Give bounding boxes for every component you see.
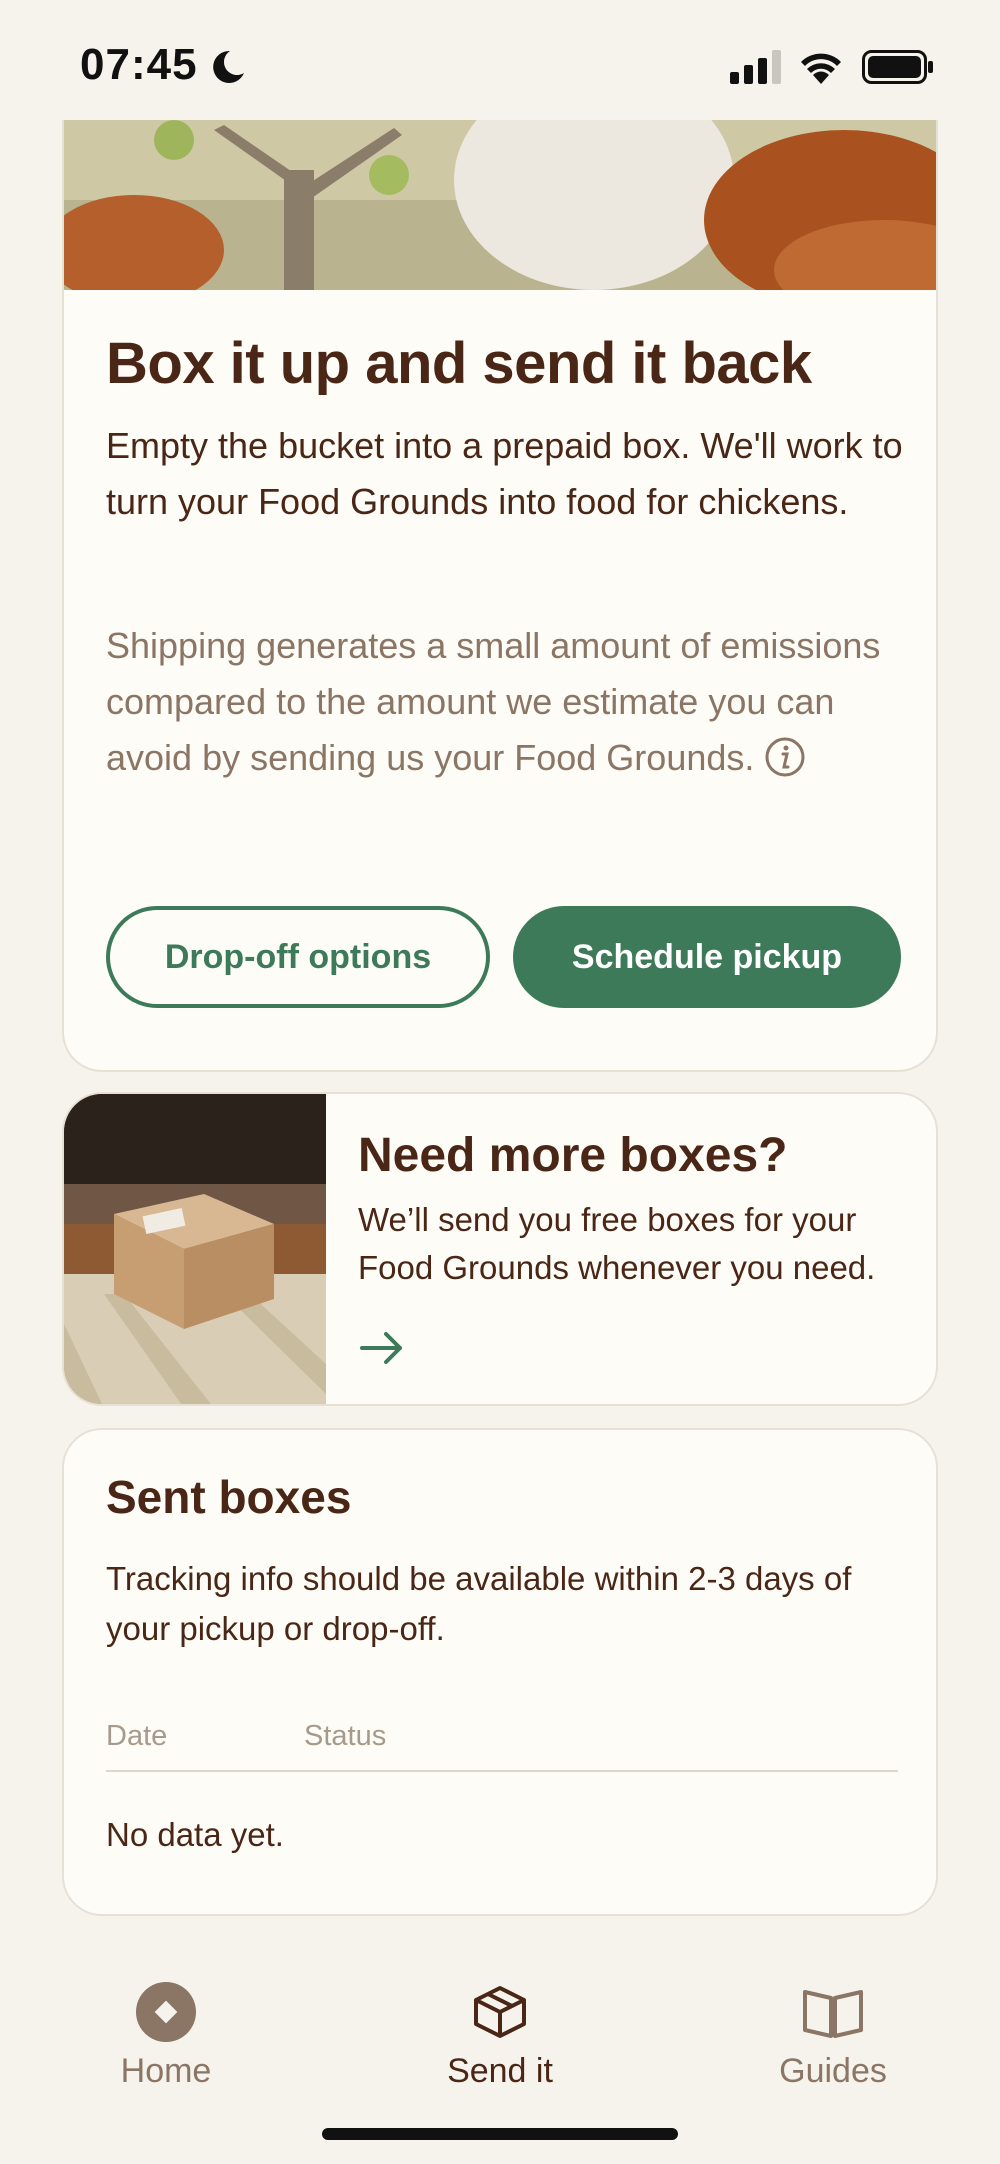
send-back-card: Box it up and send it back Empty the buc… (62, 120, 938, 1072)
tab-send-it-label: Send it (447, 2052, 553, 2090)
more-boxes-description: We’ll send you free boxes for your Food … (358, 1201, 876, 1286)
schedule-pickup-button[interactable]: Schedule pickup (513, 906, 901, 1008)
arrow-right-icon[interactable] (358, 1324, 406, 1372)
info-icon[interactable] (764, 736, 806, 778)
tab-home-label: Home (120, 2052, 212, 2090)
table-divider (106, 1770, 898, 1772)
home-icon (136, 1982, 196, 2042)
tab-guides-label: Guides (779, 2052, 887, 2090)
empty-state-text: No data yet. (106, 1816, 284, 1853)
column-header-date: Date (106, 1720, 168, 1752)
hero-title: Box it up and send it back (106, 331, 812, 396)
hero-description: Empty the bucket into a prepaid box. We'… (106, 425, 903, 522)
tab-guides[interactable]: Guides (733, 1980, 933, 2091)
book-icon (803, 1990, 863, 2038)
status-time: 07:45 (80, 40, 198, 89)
column-header-status: Status (304, 1720, 387, 1752)
wifi-icon (801, 53, 841, 84)
box-icon (474, 1986, 526, 2038)
sent-boxes-card: Sent boxes Tracking info should be avail… (62, 1428, 938, 1916)
status-bar: 07:45 (0, 0, 1000, 120)
box-on-doormat-image (64, 1094, 326, 1404)
battery-icon (862, 50, 933, 84)
tab-send-it[interactable]: Send it (400, 1980, 600, 2091)
sent-boxes-title: Sent boxes (106, 1471, 352, 1523)
tab-home[interactable]: Home (66, 1980, 266, 2091)
emissions-note: Shipping generates a small amount of emi… (106, 618, 906, 786)
more-boxes-title: Need more boxes? (358, 1129, 788, 1182)
drop-off-options-button[interactable]: Drop-off options (106, 906, 490, 1008)
moon-icon (213, 50, 244, 83)
cellular-signal-icon (730, 50, 781, 84)
home-indicator[interactable] (322, 2128, 678, 2140)
chickens-hero-image (64, 120, 936, 290)
sent-boxes-description: Tracking info should be available within… (106, 1560, 852, 1647)
need-more-boxes-card[interactable]: Need more boxes? We’ll send you free box… (62, 1092, 938, 1406)
